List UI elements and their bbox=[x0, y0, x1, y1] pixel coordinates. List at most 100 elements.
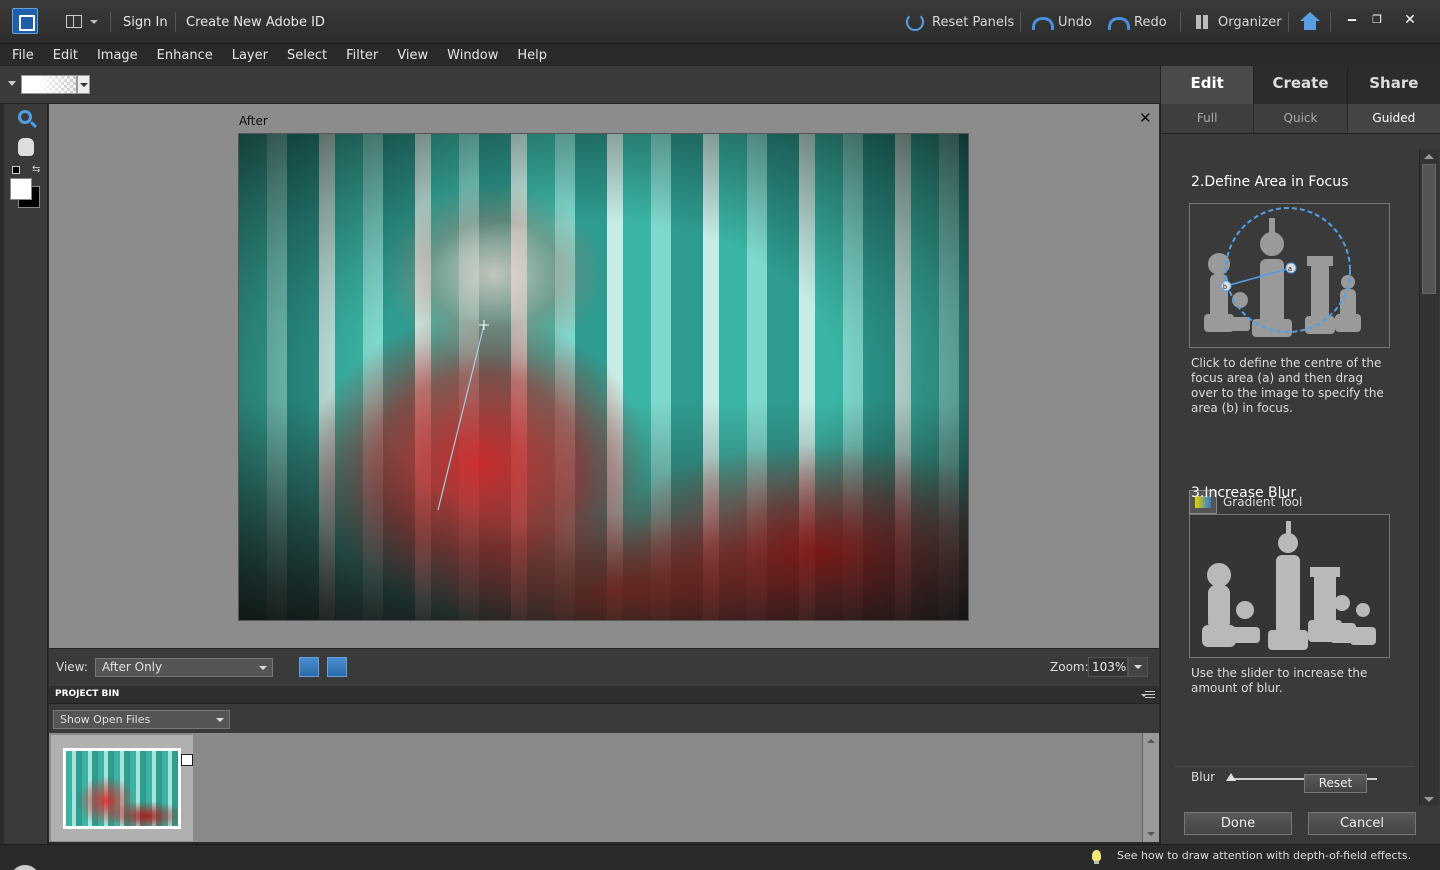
divider bbox=[1180, 12, 1181, 32]
app-logo-icon[interactable] bbox=[12, 8, 38, 34]
tool-options-bar bbox=[0, 66, 1160, 104]
project-bin-content bbox=[49, 733, 1142, 842]
step2-illustration: a b bbox=[1189, 203, 1390, 348]
chevron-down-icon bbox=[90, 20, 98, 24]
scroll-up-icon[interactable] bbox=[1147, 739, 1155, 743]
menu-file[interactable]: File bbox=[12, 48, 34, 63]
redo-button[interactable]: Redo bbox=[1108, 10, 1167, 34]
divider bbox=[1175, 766, 1415, 767]
scroll-thumb[interactable] bbox=[1422, 164, 1436, 294]
blur-slider-thumb[interactable] bbox=[1226, 773, 1236, 781]
project-bin: PROJECT BIN Show Open Files bbox=[49, 686, 1159, 842]
divider bbox=[1330, 12, 1331, 32]
guided-panel: 2.Define Area in Focus a b Click to defi… bbox=[1161, 148, 1419, 798]
gradient-picker[interactable] bbox=[21, 75, 77, 94]
panel-right: Edit Create Share Full Quick Guided 2.De… bbox=[1160, 66, 1440, 844]
foreground-color-swatch[interactable] bbox=[10, 178, 32, 200]
project-bin-header: PROJECT BIN bbox=[49, 686, 1159, 704]
tab-share[interactable]: Share bbox=[1347, 66, 1440, 104]
view-bar: View: After Only Zoom: 103% bbox=[49, 648, 1159, 686]
tip-link[interactable]: See how to draw attention with depth-of-… bbox=[1117, 849, 1411, 862]
tool-preset-dropdown[interactable] bbox=[8, 81, 16, 86]
view-label: View: bbox=[56, 660, 88, 674]
document-photo[interactable] bbox=[238, 133, 969, 621]
focus-gradient-line bbox=[437, 320, 489, 511]
menu-enhance[interactable]: Enhance bbox=[157, 48, 213, 63]
bin-thumbnail-image[interactable] bbox=[63, 748, 193, 829]
default-colors-icon[interactable] bbox=[12, 166, 20, 174]
bin-thumbnail-item[interactable] bbox=[51, 735, 193, 841]
start-orb-icon bbox=[10, 865, 40, 870]
canvas-label: After bbox=[239, 114, 268, 128]
tab-full[interactable]: Full bbox=[1161, 104, 1255, 133]
chess-focus-diagram: a b bbox=[1190, 204, 1389, 347]
zoom-input[interactable]: 103% bbox=[1088, 657, 1128, 677]
organizer-button[interactable]: Organizer bbox=[1196, 10, 1282, 34]
tab-guided[interactable]: Guided bbox=[1347, 104, 1440, 133]
bulb-icon bbox=[1092, 850, 1101, 864]
divider bbox=[1020, 12, 1021, 32]
home-icon[interactable] bbox=[1300, 12, 1320, 30]
zoom-tool-icon[interactable] bbox=[18, 110, 32, 124]
step2-description: Click to define the centre of the focus … bbox=[1191, 356, 1384, 415]
organizer-icon bbox=[1196, 15, 1210, 29]
edit-mode-tabs: Full Quick Guided bbox=[1161, 104, 1440, 134]
divider bbox=[110, 12, 111, 32]
step2-title: 2.Define Area in Focus bbox=[1191, 174, 1349, 190]
divider bbox=[175, 12, 176, 32]
create-adobe-id-link[interactable]: Create New Adobe ID bbox=[186, 15, 325, 30]
project-bin-filter-select[interactable]: Show Open Files bbox=[53, 710, 230, 729]
menu-filter[interactable]: Filter bbox=[346, 48, 378, 63]
gradient-drag-line bbox=[437, 324, 485, 511]
panel-scrollbar[interactable] bbox=[1419, 150, 1439, 806]
close-app-button[interactable]: ✕ bbox=[1402, 12, 1418, 28]
swap-view-icon[interactable] bbox=[299, 657, 319, 677]
reset-panels-label: Reset Panels bbox=[932, 14, 1015, 30]
restore-button[interactable]: ❐ bbox=[1369, 12, 1385, 28]
edit-badge-icon bbox=[181, 754, 193, 766]
menu-select[interactable]: Select bbox=[287, 48, 327, 63]
step3-title: 3.Increase Blur bbox=[1191, 485, 1297, 501]
step3-illustration bbox=[1189, 514, 1390, 658]
status-bar: See how to draw attention with depth-of-… bbox=[0, 844, 1440, 870]
view-select[interactable]: After Only bbox=[95, 658, 273, 677]
sync-view-icon[interactable] bbox=[327, 657, 347, 677]
hand-tool-icon[interactable] bbox=[18, 138, 34, 156]
redo-label: Redo bbox=[1134, 14, 1167, 30]
cancel-button[interactable]: Cancel bbox=[1308, 812, 1416, 835]
scroll-up-icon[interactable] bbox=[1424, 154, 1434, 159]
reset-panels-button[interactable]: Reset Panels bbox=[906, 10, 1014, 34]
menu-edit[interactable]: Edit bbox=[53, 48, 78, 63]
close-document-button[interactable]: ✕ bbox=[1139, 109, 1152, 127]
undo-label: Undo bbox=[1058, 14, 1092, 30]
project-bin-scrollbar[interactable] bbox=[1142, 733, 1159, 842]
zoom-dropdown[interactable] bbox=[1128, 657, 1148, 677]
menu-help[interactable]: Help bbox=[517, 48, 547, 63]
menu-view[interactable]: View bbox=[397, 48, 428, 63]
redo-icon bbox=[1108, 13, 1130, 31]
panel-menu-icon[interactable] bbox=[1141, 690, 1155, 700]
menu-window[interactable]: Window bbox=[447, 48, 498, 63]
label-a: a bbox=[1288, 266, 1292, 273]
scroll-down-icon[interactable] bbox=[1424, 797, 1434, 802]
blur-label: Blur bbox=[1191, 770, 1216, 784]
main-tabs: Edit Create Share bbox=[1161, 66, 1440, 104]
gradient-picker-dropdown[interactable] bbox=[77, 75, 90, 94]
menu-bar: File Edit Image Enhance Layer Select Fil… bbox=[0, 44, 1440, 66]
swap-colors-icon[interactable]: ⇆ bbox=[32, 164, 40, 175]
workspace-icon bbox=[66, 15, 82, 28]
workspace-button[interactable] bbox=[62, 10, 102, 34]
scroll-down-icon[interactable] bbox=[1147, 832, 1155, 836]
tab-quick[interactable]: Quick bbox=[1254, 104, 1348, 133]
tab-edit[interactable]: Edit bbox=[1161, 66, 1255, 104]
done-button[interactable]: Done bbox=[1184, 812, 1292, 835]
menu-layer[interactable]: Layer bbox=[232, 48, 268, 63]
reset-button[interactable]: Reset bbox=[1304, 774, 1367, 793]
toolbox: ⇆ bbox=[4, 104, 48, 844]
sign-in-link[interactable]: Sign In bbox=[123, 15, 168, 30]
canvas-area: After ✕ bbox=[49, 104, 1159, 648]
minimize-button[interactable]: ‒ bbox=[1344, 12, 1360, 28]
undo-button[interactable]: Undo bbox=[1032, 10, 1092, 34]
menu-image[interactable]: Image bbox=[97, 48, 138, 63]
tab-create[interactable]: Create bbox=[1254, 66, 1348, 104]
